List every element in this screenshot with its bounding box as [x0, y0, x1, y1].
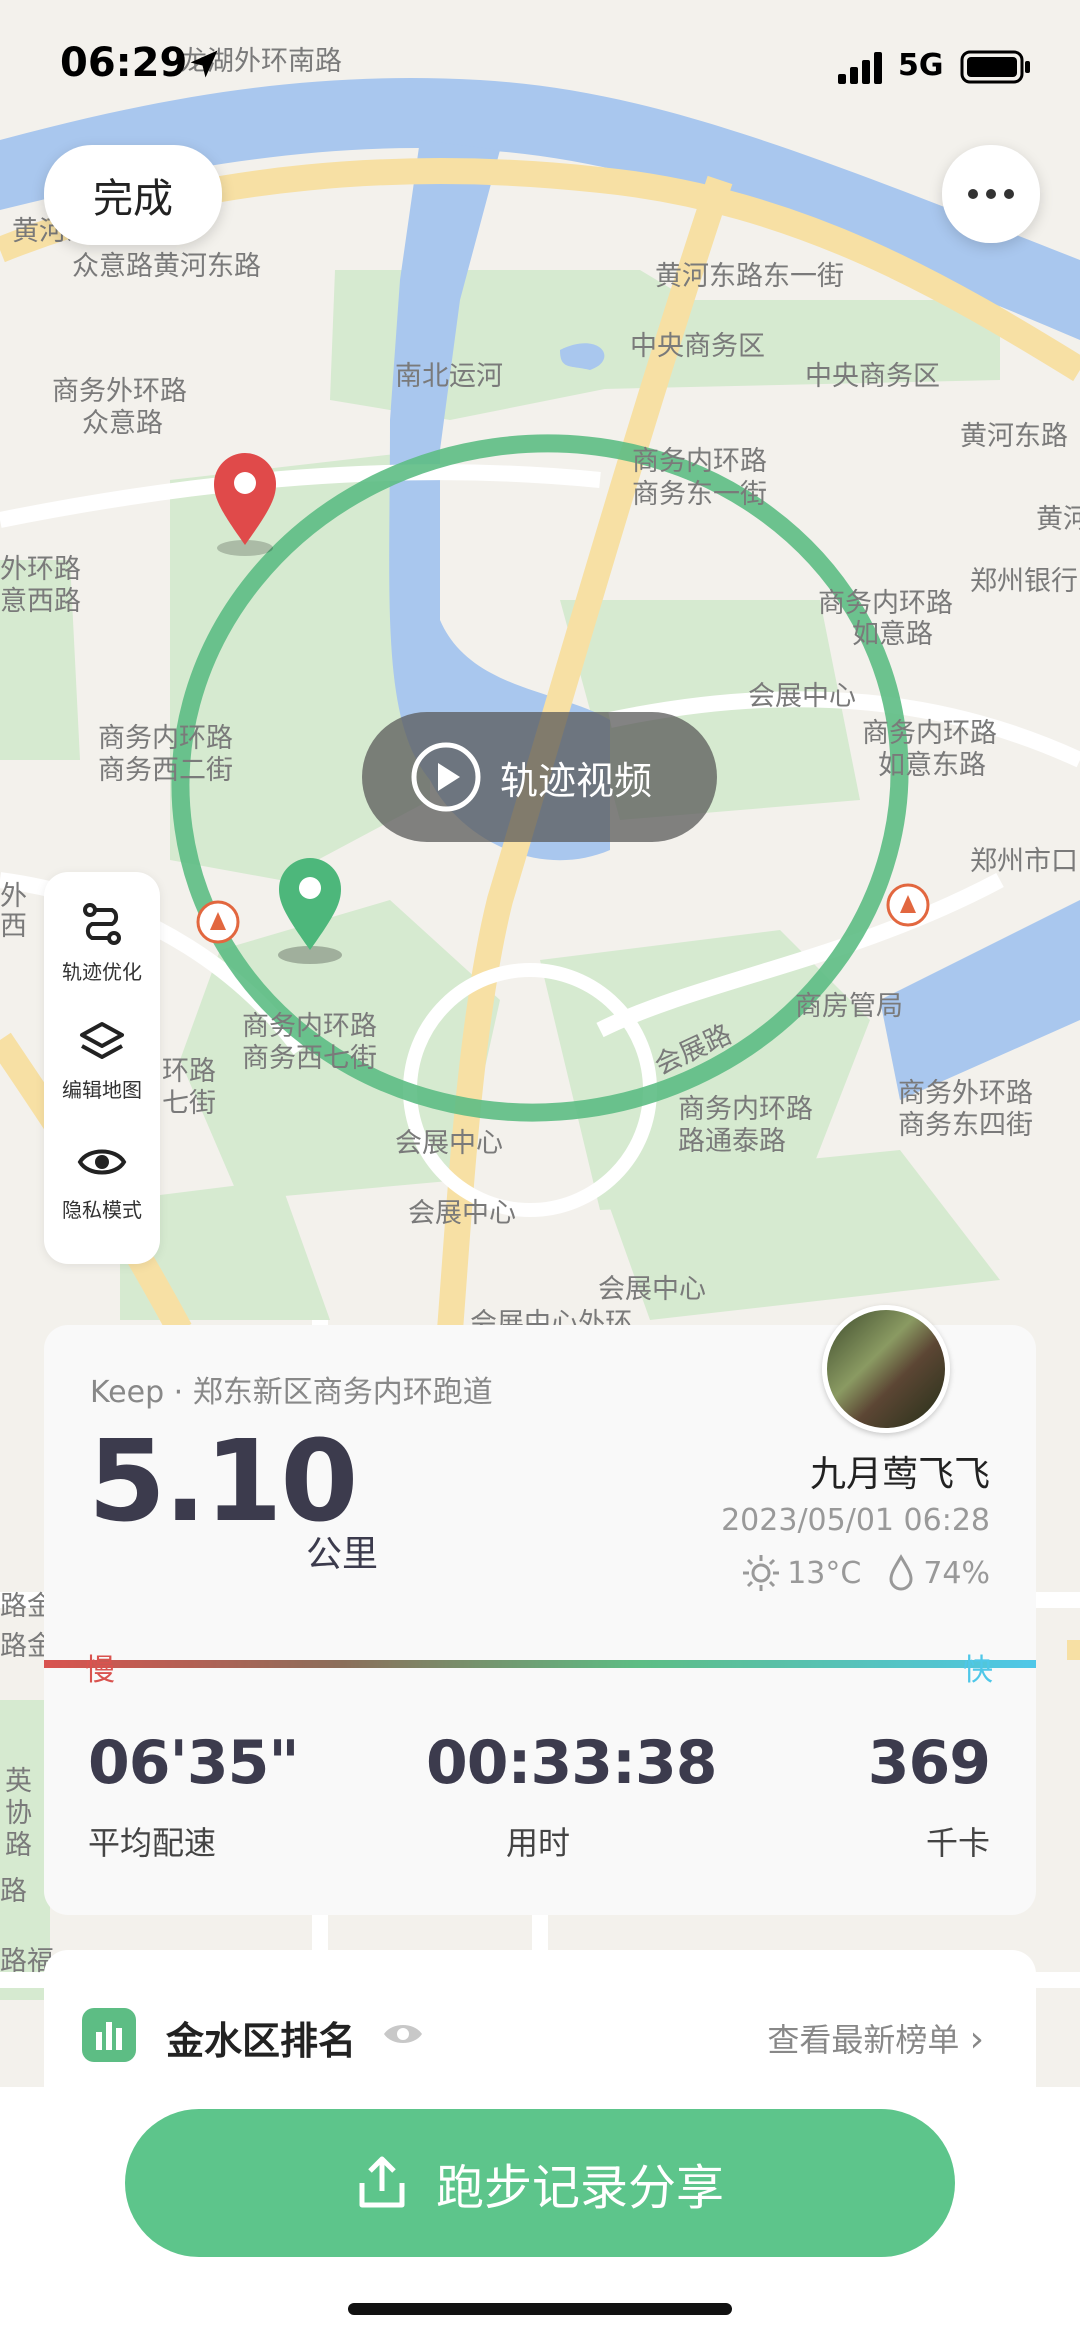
svg-text:南北运河: 南北运河 [395, 361, 503, 392]
humidity: 74% [923, 1555, 990, 1591]
svg-text:如意东路: 如意东路 [878, 750, 986, 781]
tool-label: 编辑地图 [62, 1078, 142, 1102]
svg-text:黄河: 黄河 [1036, 504, 1080, 535]
more-options-button[interactable] [942, 145, 1040, 243]
svg-text:众意路黄河东路: 众意路黄河东路 [72, 251, 261, 282]
tool-route-optimize[interactable]: 轨迹优化 [44, 900, 160, 985]
done-button[interactable]: 完成 [44, 145, 222, 245]
view-leaderboard-link[interactable]: 查看最新榜单 › [767, 2015, 984, 2061]
svg-text:中央商务区: 中央商务区 [805, 361, 940, 392]
calories-label: 千卡 [925, 1824, 990, 1862]
tool-privacy-mode[interactable]: 隐私模式 [44, 1138, 160, 1223]
svg-text:商务东一街: 商务东一街 [632, 479, 767, 510]
status-time: 06:29 [60, 40, 188, 86]
svg-text:英: 英 [5, 1766, 32, 1797]
svg-text:黄河东路: 黄河东路 [960, 421, 1068, 452]
avatar[interactable] [822, 1305, 950, 1433]
svg-text:商务西二街: 商务西二街 [98, 755, 233, 786]
home-indicator [348, 2303, 732, 2315]
pace-gradient-bar [44, 1660, 1036, 1668]
svg-text:如意路: 如意路 [852, 619, 933, 650]
svg-text:路: 路 [0, 1876, 27, 1907]
track-video-button[interactable]: 轨迹视频 [362, 712, 717, 842]
svg-text:会展中心: 会展中心 [395, 1128, 503, 1159]
svg-text:商务内环路: 商务内环路 [632, 446, 767, 477]
svg-text:商务内环路: 商务内环路 [818, 588, 953, 619]
share-icon [359, 2156, 405, 2208]
slow-label: 慢 [85, 1653, 115, 1688]
status-bar: 06:29 5G [0, 0, 1080, 140]
calories-value: 369 [867, 1728, 991, 1798]
tool-label: 轨迹优化 [62, 960, 142, 984]
chevron-right-icon: › [969, 2019, 984, 2060]
run-datetime: 2023/05/01 06:28 [721, 1503, 990, 1538]
svg-text:中央商务区: 中央商务区 [630, 331, 765, 362]
svg-text:会展中心: 会展中心 [408, 1198, 516, 1229]
duration-value: 00:33:38 [426, 1728, 717, 1798]
svg-text:会展中心: 会展中心 [748, 681, 856, 712]
svg-text:西: 西 [0, 911, 27, 942]
fast-label: 快 [963, 1653, 993, 1688]
track-video-label: 轨迹视频 [500, 758, 653, 803]
svg-text:黄河东路东一街: 黄河东路东一街 [655, 261, 844, 292]
more-icon [968, 189, 978, 199]
svg-text:商务外环路: 商务外环路 [52, 376, 187, 407]
svg-text:意西路: 意西路 [0, 586, 81, 617]
bottom-bar: 跑步记录分享 [0, 2087, 1080, 2337]
svg-text:路通泰路: 路通泰路 [678, 1126, 786, 1157]
location-arrow-icon [190, 50, 218, 78]
svg-text:七街: 七街 [162, 1088, 216, 1119]
ranking-title: 金水区排名 [166, 2019, 357, 2063]
svg-text:商房管局: 商房管局 [795, 991, 903, 1022]
humidity-icon [889, 1554, 913, 1591]
avg-pace-value: 06'35" [88, 1728, 300, 1798]
svg-text:环路: 环路 [162, 1056, 216, 1087]
svg-text:商务内环路: 商务内环路 [242, 1011, 377, 1042]
ranking-chart-icon [82, 2008, 136, 2062]
tool-label: 隐私模式 [62, 1198, 142, 1222]
svg-text:外环路: 外环路 [0, 554, 81, 585]
tool-edit-map[interactable]: 编辑地图 [44, 1018, 160, 1103]
svg-text:商务东四街: 商务东四街 [898, 1110, 1033, 1141]
layers-icon [80, 1022, 124, 1059]
svg-text:商务内环路: 商务内环路 [678, 1094, 813, 1125]
svg-text:商务内环路: 商务内环路 [862, 718, 997, 749]
play-icon [411, 742, 481, 812]
svg-text:协: 协 [5, 1798, 32, 1829]
distance-unit: 公里 [306, 1534, 379, 1575]
user-name: 九月莺飞飞 [809, 1454, 990, 1495]
svg-text:会展中心: 会展中心 [598, 1274, 706, 1305]
avg-pace-label: 平均配速 [88, 1824, 217, 1862]
network-type: 5G [898, 48, 944, 83]
eye-icon[interactable] [382, 2018, 424, 2050]
battery-icon [960, 50, 1030, 84]
weather-info: 13°C 74% [741, 1553, 990, 1593]
signal-icon [838, 52, 882, 84]
svg-text:众意路: 众意路 [82, 408, 163, 439]
temperature: 13°C [787, 1555, 862, 1591]
svg-text:商务内环路: 商务内环路 [98, 723, 233, 754]
share-label: 跑步记录分享 [435, 2160, 724, 2216]
share-run-button[interactable]: 跑步记录分享 [125, 2109, 955, 2257]
svg-text:外: 外 [0, 881, 27, 912]
route-icon [83, 903, 121, 945]
svg-text:商务外环路: 商务外环路 [898, 1078, 1033, 1109]
duration-label: 用时 [506, 1824, 571, 1862]
route-name: Keep · 郑东新区商务内环跑道 [90, 1375, 493, 1410]
svg-text:郑州市口: 郑州市口 [970, 846, 1078, 877]
map-toolbar: 轨迹优化 编辑地图 隐私模式 [44, 872, 160, 1264]
sun-icon [743, 1555, 780, 1591]
svg-text:路: 路 [5, 1830, 32, 1861]
svg-text:郑州银行: 郑州银行 [970, 566, 1078, 597]
svg-text:商务西七街: 商务西七街 [242, 1043, 377, 1074]
eye-icon [77, 1149, 127, 1175]
